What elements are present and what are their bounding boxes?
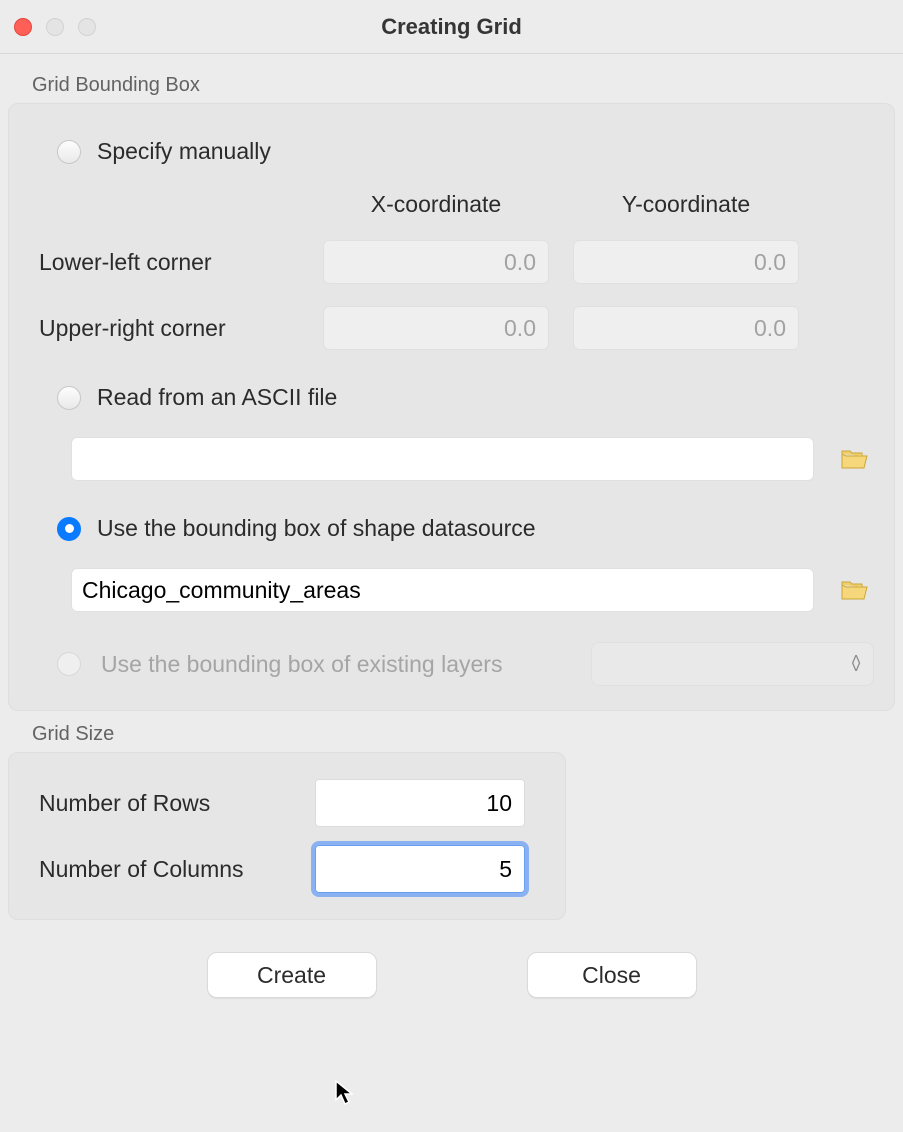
specify-manually-radio[interactable] — [57, 140, 81, 164]
create-button-label: Create — [257, 962, 326, 989]
number-of-columns-label: Number of Columns — [39, 856, 309, 883]
shape-datasource-path-input[interactable] — [71, 568, 814, 612]
zoom-window-button[interactable] — [78, 18, 96, 36]
chevron-updown-icon: ˄˅ — [851, 656, 861, 672]
create-button[interactable]: Create — [207, 952, 377, 998]
ascii-file-browse-icon[interactable] — [840, 447, 868, 471]
read-ascii-radio[interactable] — [57, 386, 81, 410]
close-button-label: Close — [582, 962, 641, 989]
use-layers-row: Use the bounding box of existing layers … — [29, 642, 874, 686]
upper-right-label: Upper-right corner — [39, 315, 299, 342]
titlebar: Creating Grid — [0, 0, 903, 54]
use-layers-label: Use the bounding box of existing layers — [101, 651, 571, 678]
specify-manually-label: Specify manually — [97, 138, 271, 165]
number-of-columns-input[interactable] — [315, 845, 525, 893]
upper-right-x-input[interactable] — [323, 306, 549, 350]
use-shape-label: Use the bounding box of shape datasource — [97, 515, 536, 542]
window-controls — [14, 18, 96, 36]
specify-manually-row[interactable]: Specify manually — [29, 134, 874, 191]
number-of-rows-label: Number of Rows — [39, 790, 309, 817]
grid-size-group-label: Grid Size — [8, 711, 895, 752]
bounding-box-panel: Specify manually X-coordinate Y-coordina… — [8, 103, 895, 711]
x-coordinate-header: X-coordinate — [323, 191, 549, 218]
read-ascii-row[interactable]: Read from an ASCII file — [29, 380, 874, 437]
minimize-window-button[interactable] — [46, 18, 64, 36]
upper-right-y-input[interactable] — [573, 306, 799, 350]
window-title: Creating Grid — [0, 14, 903, 40]
use-layers-radio — [57, 652, 81, 676]
mouse-cursor-icon — [335, 1080, 357, 1106]
lower-left-y-input[interactable] — [573, 240, 799, 284]
bounding-box-group-label: Grid Bounding Box — [8, 62, 895, 103]
read-ascii-label: Read from an ASCII file — [97, 384, 337, 411]
ascii-file-path-input[interactable] — [71, 437, 814, 481]
existing-layers-dropdown: ˄˅ — [591, 642, 874, 686]
close-window-button[interactable] — [14, 18, 32, 36]
use-shape-row[interactable]: Use the bounding box of shape datasource — [29, 511, 874, 568]
lower-left-x-input[interactable] — [323, 240, 549, 284]
grid-size-panel: Number of Rows Number of Columns — [8, 752, 566, 920]
lower-left-label: Lower-left corner — [39, 249, 299, 276]
use-shape-radio[interactable] — [57, 517, 81, 541]
y-coordinate-header: Y-coordinate — [573, 191, 799, 218]
shape-datasource-browse-icon[interactable] — [840, 578, 868, 602]
coordinate-grid: X-coordinate Y-coordinate Lower-left cor… — [29, 191, 874, 380]
dialog-footer: Create Close — [8, 920, 895, 998]
close-button[interactable]: Close — [527, 952, 697, 998]
number-of-rows-input[interactable] — [315, 779, 525, 827]
